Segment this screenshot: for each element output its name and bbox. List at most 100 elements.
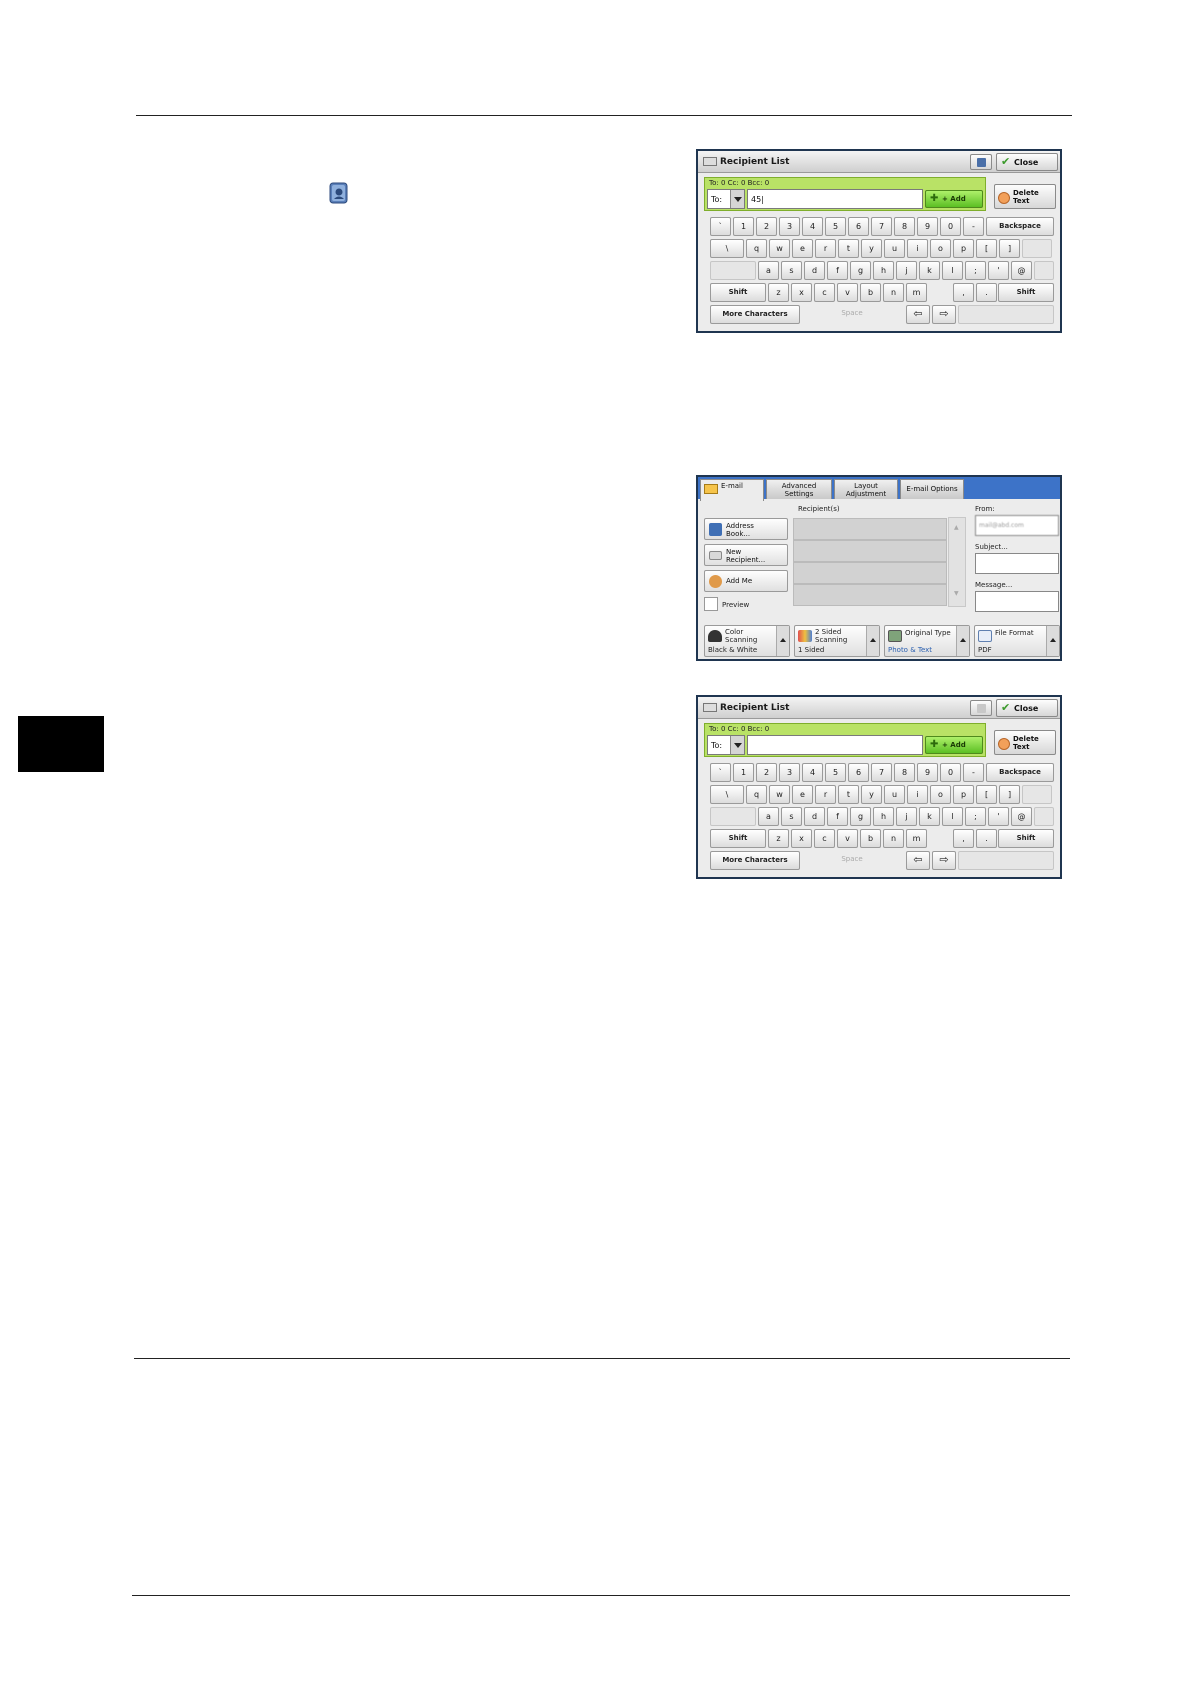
- shift-key-left[interactable]: Shift: [710, 283, 766, 302]
- key[interactable]: 9: [917, 217, 938, 236]
- key[interactable]: t: [838, 785, 859, 804]
- blank-key[interactable]: [1034, 261, 1054, 280]
- key[interactable]: n: [883, 283, 904, 302]
- key[interactable]: j: [896, 261, 917, 280]
- key[interactable]: ;: [965, 807, 986, 826]
- preview-checkbox[interactable]: [704, 597, 718, 611]
- blank-key[interactable]: [1034, 807, 1054, 826]
- key[interactable]: e: [792, 785, 813, 804]
- blank-key[interactable]: [1022, 239, 1052, 258]
- key[interactable]: 6: [848, 217, 869, 236]
- key[interactable]: @: [1011, 807, 1032, 826]
- key[interactable]: a: [758, 261, 779, 280]
- key[interactable]: ': [988, 261, 1009, 280]
- delete-text-button[interactable]: Delete Text: [994, 730, 1056, 755]
- key[interactable]: [: [976, 785, 997, 804]
- key[interactable]: f: [827, 807, 848, 826]
- key[interactable]: o: [930, 785, 951, 804]
- key[interactable]: s: [781, 261, 802, 280]
- recipient-slot[interactable]: [793, 584, 947, 606]
- shift-key-right[interactable]: Shift: [998, 283, 1054, 302]
- key[interactable]: ,: [953, 283, 974, 302]
- key[interactable]: -: [963, 217, 984, 236]
- backspace-key[interactable]: Backspace: [986, 763, 1054, 782]
- recipient-slot[interactable]: [793, 518, 947, 540]
- key[interactable]: -: [963, 763, 984, 782]
- recipient-slot[interactable]: [793, 562, 947, 584]
- key[interactable]: k: [919, 807, 940, 826]
- key[interactable]: l: [942, 807, 963, 826]
- key[interactable]: ,: [953, 829, 974, 848]
- add-button[interactable]: ✚ + Add: [925, 190, 983, 208]
- message-field[interactable]: [975, 591, 1059, 612]
- key[interactable]: [: [976, 239, 997, 258]
- key[interactable]: g: [850, 807, 871, 826]
- backspace-key[interactable]: Backspace: [986, 217, 1054, 236]
- blank-key[interactable]: [710, 807, 756, 826]
- to-dropdown[interactable]: To:: [707, 189, 745, 209]
- key[interactable]: q: [746, 239, 767, 258]
- key[interactable]: 1: [733, 763, 754, 782]
- color-scanning-button[interactable]: Color Scanning Black & White: [704, 625, 790, 657]
- address-book-button[interactable]: [970, 154, 992, 170]
- key[interactable]: v: [837, 283, 858, 302]
- key[interactable]: y: [861, 785, 882, 804]
- key[interactable]: r: [815, 785, 836, 804]
- key[interactable]: o: [930, 239, 951, 258]
- key[interactable]: i: [907, 785, 928, 804]
- address-book-button[interactable]: [970, 700, 992, 716]
- key[interactable]: u: [884, 239, 905, 258]
- key[interactable]: q: [746, 785, 767, 804]
- key[interactable]: b: [860, 829, 881, 848]
- key[interactable]: 4: [802, 763, 823, 782]
- recipient-slot[interactable]: [793, 540, 947, 562]
- address-input[interactable]: [747, 735, 923, 755]
- key[interactable]: ]: [999, 239, 1020, 258]
- tab-layout-adjustment[interactable]: Layout Adjustment: [834, 479, 898, 499]
- key[interactable]: n: [883, 829, 904, 848]
- file-format-button[interactable]: File Format PDF: [974, 625, 1060, 657]
- subject-field[interactable]: [975, 553, 1059, 574]
- left-arrow-key[interactable]: ⇦: [906, 851, 930, 870]
- address-input[interactable]: 45|: [747, 189, 923, 209]
- key[interactable]: 8: [894, 763, 915, 782]
- close-button[interactable]: ✔ Close: [996, 699, 1058, 717]
- delete-text-button[interactable]: Delete Text: [994, 184, 1056, 209]
- shift-key-left[interactable]: Shift: [710, 829, 766, 848]
- key[interactable]: 6: [848, 763, 869, 782]
- key[interactable]: m: [906, 829, 927, 848]
- key[interactable]: j: [896, 807, 917, 826]
- more-characters-key[interactable]: More Characters: [710, 305, 800, 324]
- key[interactable]: b: [860, 283, 881, 302]
- to-dropdown[interactable]: To:: [707, 735, 745, 755]
- key[interactable]: 3: [779, 763, 800, 782]
- key[interactable]: 7: [871, 217, 892, 236]
- key[interactable]: u: [884, 785, 905, 804]
- key[interactable]: i: [907, 239, 928, 258]
- right-arrow-key[interactable]: ⇨: [932, 305, 956, 324]
- key[interactable]: 5: [825, 763, 846, 782]
- key[interactable]: r: [815, 239, 836, 258]
- blank-key[interactable]: [710, 261, 756, 280]
- blank-key[interactable]: [958, 305, 1054, 324]
- key[interactable]: d: [804, 261, 825, 280]
- key[interactable]: 1: [733, 217, 754, 236]
- key[interactable]: k: [919, 261, 940, 280]
- key[interactable]: 8: [894, 217, 915, 236]
- key[interactable]: w: [769, 239, 790, 258]
- close-button[interactable]: ✔ Close: [996, 153, 1058, 171]
- key[interactable]: `: [710, 217, 731, 236]
- blank-key[interactable]: [958, 851, 1054, 870]
- key[interactable]: x: [791, 829, 812, 848]
- key[interactable]: t: [838, 239, 859, 258]
- key[interactable]: 2: [756, 763, 777, 782]
- key[interactable]: w: [769, 785, 790, 804]
- key[interactable]: 7: [871, 763, 892, 782]
- key[interactable]: 0: [940, 763, 961, 782]
- key[interactable]: 0: [940, 217, 961, 236]
- space-key[interactable]: Space: [802, 851, 902, 870]
- recipient-scrollbar[interactable]: ▲ ▼: [948, 517, 966, 607]
- key[interactable]: l: [942, 261, 963, 280]
- key[interactable]: m: [906, 283, 927, 302]
- key[interactable]: a: [758, 807, 779, 826]
